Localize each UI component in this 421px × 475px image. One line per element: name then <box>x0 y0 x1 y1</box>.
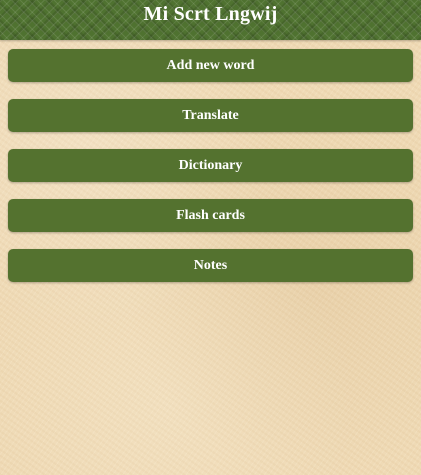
add-new-word-button[interactable]: Add new word <box>8 49 413 82</box>
flash-cards-button[interactable]: Flash cards <box>8 199 413 232</box>
app-title: Mi Scrt Lngwij <box>143 3 278 25</box>
main-menu: Add new word Translate Dictionary Flash … <box>8 49 413 299</box>
notes-button[interactable]: Notes <box>8 249 413 282</box>
translate-button[interactable]: Translate <box>8 99 413 132</box>
dictionary-button[interactable]: Dictionary <box>8 149 413 182</box>
app-header: Mi Scrt Lngwij <box>0 0 421 40</box>
